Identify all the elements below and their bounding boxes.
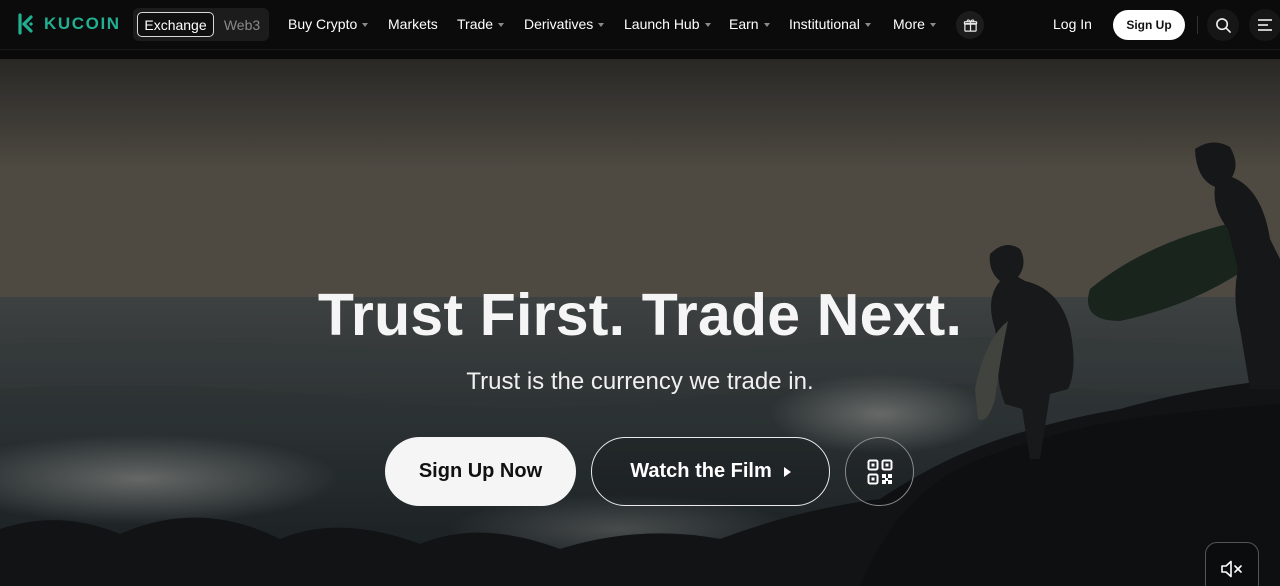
- chevron-down-icon: [362, 22, 369, 27]
- signup-now-button[interactable]: Sign Up Now: [385, 437, 576, 506]
- gift-button[interactable]: [956, 11, 984, 39]
- chevron-down-icon: [763, 22, 770, 27]
- login-link[interactable]: Log In: [1053, 16, 1092, 32]
- menu-label: Launch Hub: [624, 16, 700, 32]
- menu-more[interactable]: More: [893, 16, 936, 32]
- page: KUCOIN Exchange Web3 Buy Crypto Markets …: [0, 0, 1280, 586]
- signup-now-label: Sign Up Now: [418, 460, 543, 482]
- search-button[interactable]: [1207, 9, 1239, 41]
- chevron-down-icon: [864, 22, 871, 27]
- watch-film-button[interactable]: Watch the Film: [591, 437, 830, 506]
- hamburger-menu-icon: [1258, 19, 1272, 31]
- menu-label: Earn: [729, 16, 759, 32]
- web3-tab[interactable]: Web3: [220, 12, 264, 37]
- menu-label: More: [893, 16, 925, 32]
- exchange-tab[interactable]: Exchange: [137, 12, 214, 37]
- hero-headline: Trust First. Trade Next.: [317, 282, 963, 348]
- menu-institutional[interactable]: Institutional: [789, 16, 871, 32]
- gift-icon: [963, 18, 977, 32]
- menu-trade[interactable]: Trade: [457, 16, 505, 32]
- menu-markets[interactable]: Markets: [388, 16, 438, 32]
- menu-label: Buy Crypto: [288, 16, 358, 32]
- menu-launch-hub[interactable]: Launch Hub: [624, 16, 711, 32]
- speaker-muted-icon: [1221, 560, 1242, 578]
- hero-subline: Trust is the currency we trade in.: [466, 368, 814, 395]
- mute-toggle-button[interactable]: [1205, 542, 1259, 586]
- top-navigation: KUCOIN Exchange Web3 Buy Crypto Markets …: [0, 0, 1280, 50]
- menu-label: Markets: [388, 16, 438, 32]
- signup-button[interactable]: Sign Up: [1113, 10, 1185, 40]
- nav-divider: [1197, 16, 1198, 34]
- menu-label: Trade: [457, 16, 494, 32]
- menu-buy-crypto[interactable]: Buy Crypto: [288, 16, 369, 32]
- menu-derivatives[interactable]: Derivatives: [524, 16, 605, 32]
- watch-film-label: Watch the Film: [630, 460, 772, 482]
- kucoin-logo[interactable]: KUCOIN: [16, 13, 121, 35]
- chevron-down-icon: [929, 22, 936, 27]
- kucoin-logo-icon: [18, 13, 34, 35]
- menu-button[interactable]: [1249, 9, 1280, 41]
- chevron-down-icon: [598, 22, 605, 27]
- play-icon: [783, 466, 791, 477]
- search-icon: [1215, 17, 1231, 33]
- menu-label: Derivatives: [524, 16, 594, 32]
- exchange-web3-switch: Exchange Web3: [133, 8, 269, 41]
- brand-name: KUCOIN: [44, 14, 121, 33]
- qr-code-button[interactable]: [845, 437, 914, 506]
- menu-earn[interactable]: Earn: [729, 16, 770, 32]
- chevron-down-icon: [498, 22, 505, 27]
- qr-code-icon: [867, 459, 892, 484]
- chevron-down-icon: [704, 22, 711, 27]
- menu-label: Institutional: [789, 16, 860, 32]
- hero-section: Trust First. Trade Next. Trust is the cu…: [0, 59, 1280, 586]
